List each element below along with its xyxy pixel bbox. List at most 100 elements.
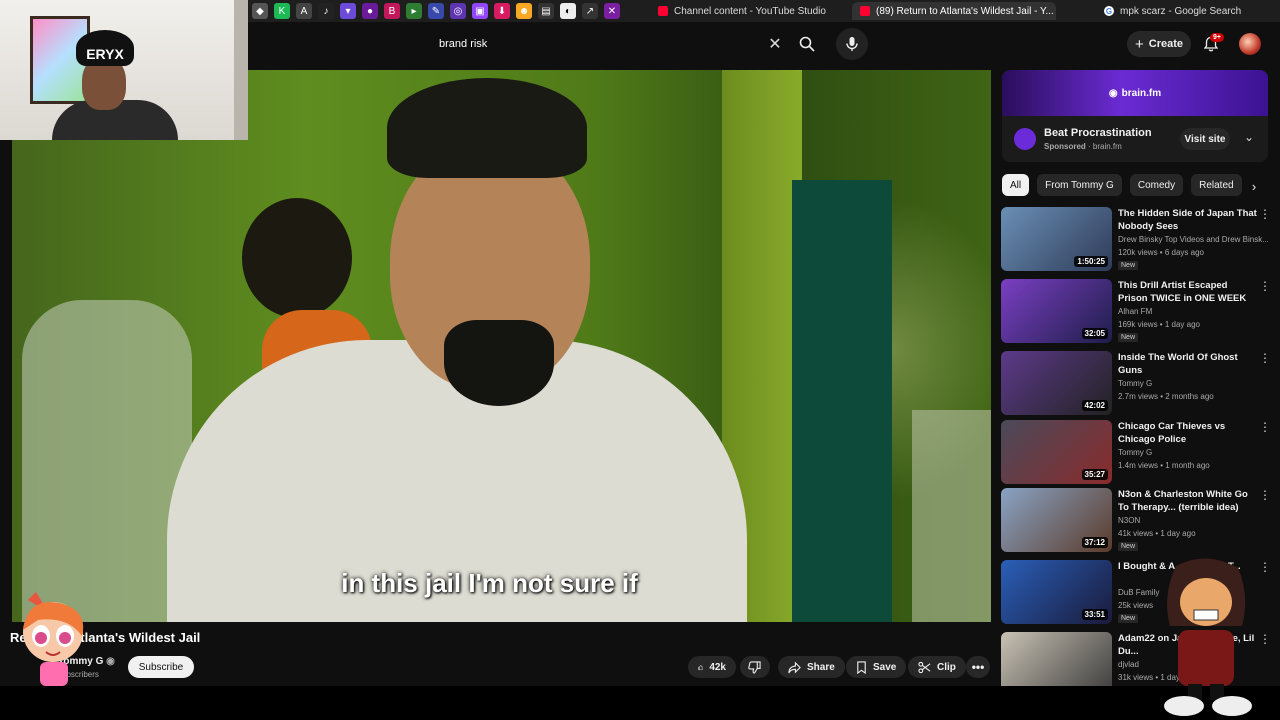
recommended-video-channel[interactable]: Drew Binsky Top Videos and Drew Binsk... <box>1118 235 1268 244</box>
pinned-tab-icon[interactable]: B <box>384 3 400 19</box>
video-thumbnail[interactable]: 35:27 <box>1001 420 1112 484</box>
powerpuff-sticker <box>23 592 84 686</box>
pinned-tab-icon[interactable]: ☻ <box>516 3 532 19</box>
more-vertical-icon[interactable]: ⋮ <box>1259 207 1271 223</box>
pinned-tab-icon[interactable]: ▣ <box>472 3 488 19</box>
video-thumbnail[interactable]: 1:50:25 <box>1001 207 1112 271</box>
sponsored-ad[interactable]: ◉ brain.fm Beat Procrastination Sponsore… <box>1002 70 1268 162</box>
streamer-beanie: ERYX <box>76 30 134 66</box>
recommended-video-channel[interactable]: N3ON <box>1118 516 1268 525</box>
recommended-video-title[interactable]: This Drill Artist Escaped Prison TWICE i… <box>1118 279 1258 305</box>
new-badge: New <box>1118 542 1139 551</box>
pinned-tab-icon[interactable]: ✎ <box>428 3 444 19</box>
recommended-video-title[interactable]: Inside The World Of Ghost Guns <box>1118 351 1258 377</box>
create-label: Create <box>1148 38 1183 50</box>
video-caption: in this jail I'm not sure if <box>341 568 638 598</box>
recommended-video[interactable]: 37:12 N3on & Charleston White Go To Thera… <box>1001 488 1273 552</box>
youtube-favicon-icon <box>860 6 870 16</box>
search-query: brand risk <box>439 38 488 50</box>
pinned-tab-icon[interactable]: ▸ <box>406 3 422 19</box>
recommended-video-title[interactable]: The Hidden Side of Japan That Nobody See… <box>1118 207 1258 233</box>
share-icon <box>788 661 801 673</box>
recommended-video[interactable]: 32:05 This Drill Artist Escaped Prison TW… <box>1001 279 1273 343</box>
pinned-tab-icon[interactable]: ◐ <box>560 3 576 19</box>
search-button[interactable] <box>794 31 820 57</box>
recommended-video[interactable]: 1:50:25 The Hidden Side of Japan That Nob… <box>1001 207 1273 271</box>
dislike-button[interactable] <box>740 656 770 678</box>
video-scene-person-orange-head <box>242 198 352 318</box>
close-icon[interactable]: ✕ <box>764 33 786 55</box>
avatar[interactable] <box>1239 33 1261 55</box>
tab-current-video[interactable]: (89) Return to Atlanta's Wildest Jail - … <box>852 2 1056 20</box>
recommended-video-stats: 1.4m views • 1 month ago <box>1118 461 1210 470</box>
video-thumbnail[interactable]: 32:05 <box>1001 279 1112 343</box>
save-button[interactable]: Save <box>846 656 907 678</box>
tab-title: (89) Return to Atlanta's Wildest Jail - … <box>876 5 1054 17</box>
pinned-tabs: ◆ K A ♪ ▾ ● B ▸ ✎ ◎ ▣ ⬇ ☻ ▤ ◐ ↗ ✕ <box>252 3 620 19</box>
pinned-tab-icon[interactable]: K <box>274 3 290 19</box>
pinned-tab-icon[interactable]: ↗ <box>582 3 598 19</box>
recommended-video-stats: 120k views • 6 days ago <box>1118 248 1204 257</box>
chip-comedy[interactable]: Comedy <box>1129 174 1184 196</box>
thumbs-down-icon <box>748 660 761 674</box>
recommended-video-stats: 41k views • 1 day ago <box>1118 529 1196 538</box>
share-button[interactable]: Share <box>778 656 845 678</box>
more-vertical-icon[interactable]: ⋮ <box>1259 632 1271 648</box>
visit-site-button[interactable]: Visit site <box>1180 128 1230 150</box>
google-favicon-icon: G <box>1104 6 1114 16</box>
more-vertical-icon[interactable]: ⋮ <box>1259 420 1271 436</box>
chip-related[interactable]: Related <box>1191 174 1242 196</box>
chevron-right-icon[interactable]: › <box>1244 176 1264 196</box>
chip-all[interactable]: All <box>1002 174 1030 196</box>
more-vertical-icon[interactable]: ⋮ <box>1259 488 1271 504</box>
pinned-tab-icon[interactable]: ✕ <box>604 3 620 19</box>
recommended-video-channel[interactable]: Tommy G <box>1118 379 1268 388</box>
more-vertical-icon[interactable]: ⋮ <box>1259 560 1271 576</box>
ad-title: Beat Procrastination <box>1044 127 1152 139</box>
recommended-video[interactable]: 42:02 Inside The World Of Ghost Guns Tommy… <box>1001 351 1273 415</box>
pinned-tab-icon[interactable]: ◆ <box>252 3 268 19</box>
more-actions-button[interactable]: ••• <box>966 656 990 678</box>
search-input[interactable]: brand risk <box>431 30 792 58</box>
recommended-video-channel[interactable]: Tommy G <box>1118 448 1268 457</box>
video-thumbnail[interactable]: 37:12 <box>1001 488 1112 552</box>
tab-youtube-studio[interactable]: Channel content - YouTube Studio <box>650 2 830 20</box>
tab-google-search[interactable]: G mpk scarz - Google Search <box>1096 2 1272 20</box>
chip-from-channel[interactable]: From Tommy G <box>1037 174 1122 196</box>
recommended-video[interactable]: 35:27 Chicago Car Thieves vs Chicago Poli… <box>1001 420 1273 484</box>
create-button[interactable]: + Create <box>1127 31 1191 57</box>
duration-badge: 37:12 <box>1081 537 1108 548</box>
recommended-video-title[interactable]: N3on & Charleston White Go To Therapy...… <box>1118 488 1258 514</box>
video-player[interactable]: in this jail I'm not sure if <box>12 70 991 622</box>
ad-logo <box>1014 128 1036 150</box>
shelf <box>234 0 248 140</box>
subscribe-button[interactable]: Subscribe <box>128 656 194 678</box>
pinned-tab-icon[interactable]: ▤ <box>538 3 554 19</box>
pinned-tab-icon[interactable]: ● <box>362 3 378 19</box>
recommended-video-channel[interactable]: Alhan FM <box>1118 307 1268 316</box>
duration-badge: 42:02 <box>1081 400 1108 411</box>
ad-meta: Sponsored · brain.fm <box>1044 142 1122 151</box>
sponsored-label: Sponsored <box>1044 142 1086 151</box>
more-vertical-icon[interactable]: ⋮ <box>1259 279 1271 295</box>
pinned-tab-icon[interactable]: ♪ <box>318 3 334 19</box>
ad-banner[interactable]: ◉ brain.fm <box>1002 70 1268 116</box>
recommended-video-title[interactable]: Chicago Car Thieves vs Chicago Police <box>1118 420 1258 446</box>
video-thumbnail[interactable]: 42:02 <box>1001 351 1112 415</box>
pinned-tab-icon[interactable]: ⬇ <box>494 3 510 19</box>
like-button[interactable]: 42k <box>688 656 736 678</box>
voice-search-button[interactable] <box>836 28 868 60</box>
video-scene-door <box>792 180 892 622</box>
more-vertical-icon[interactable]: ⋮ <box>1259 351 1271 367</box>
webcam-overlay: ERYX <box>0 0 248 140</box>
pinned-tab-icon[interactable]: ◎ <box>450 3 466 19</box>
thumbs-up-icon <box>698 664 704 670</box>
bookmark-icon <box>857 660 866 674</box>
pinned-tab-icon[interactable]: ▾ <box>340 3 356 19</box>
chevron-down-icon[interactable]: ⌄ <box>1244 130 1254 144</box>
clip-button[interactable]: Clip <box>908 656 966 678</box>
plus-icon: + <box>1134 35 1144 53</box>
video-thumbnail[interactable]: 33:51 <box>1001 560 1112 624</box>
pinned-tab-icon[interactable]: A <box>296 3 312 19</box>
new-badge: New <box>1118 333 1139 342</box>
